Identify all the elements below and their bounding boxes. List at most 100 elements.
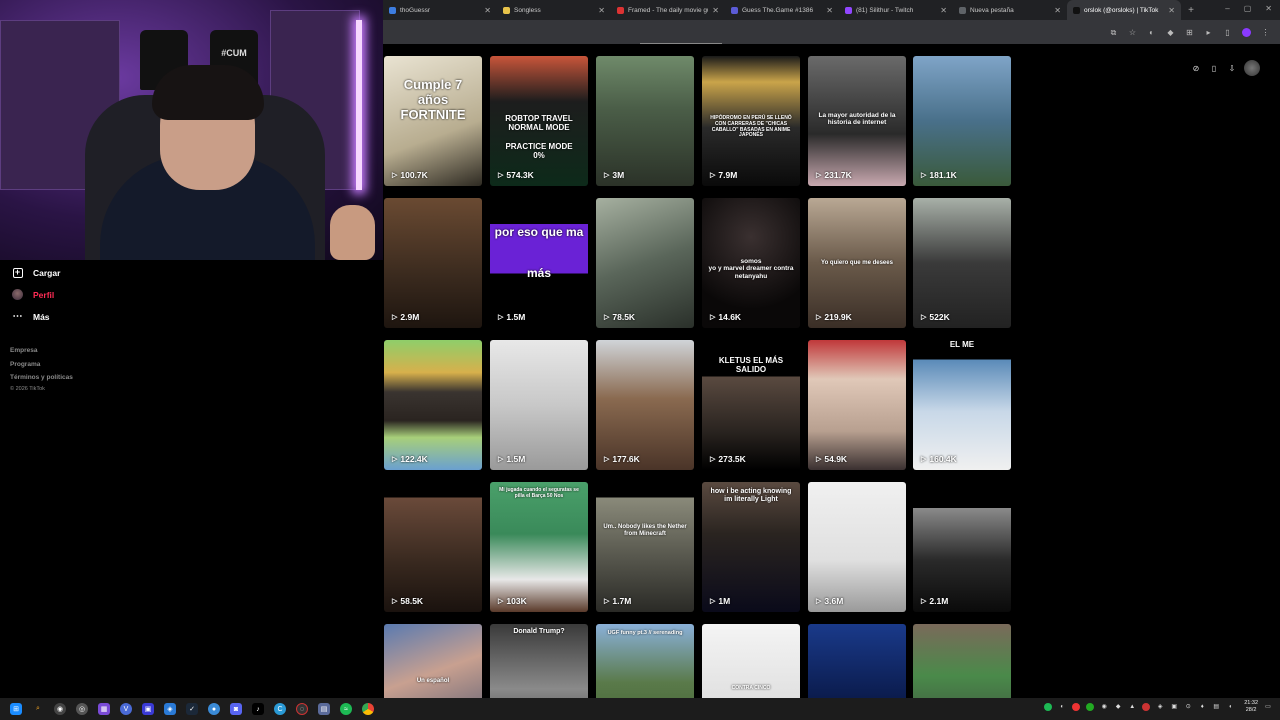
tray-icon[interactable]: ◉ [1100, 703, 1108, 711]
windows-start-icon[interactable]: ⊞ [10, 703, 22, 715]
browser-tab[interactable]: (81) Silithur - Twitch ✕ [839, 0, 953, 20]
footer-link-program[interactable]: Programa [10, 358, 73, 372]
app-icon[interactable]: ◎ [76, 703, 88, 715]
sidebar-item-profile[interactable]: Perfil [12, 289, 54, 300]
browser-tab[interactable]: Guess The.Game #1386 ✕ [725, 0, 839, 20]
system-clock[interactable]: 21:32 28/2 [1244, 700, 1258, 714]
search-icon[interactable]: ⌕ [32, 703, 44, 715]
tray-icon[interactable] [1044, 703, 1053, 711]
app-icon[interactable]: ◈ [164, 703, 176, 715]
video-thumbnail[interactable]: ▷ 3M [596, 56, 694, 186]
video-thumbnail[interactable]: ▷ 177.6K [596, 340, 694, 470]
video-thumbnail[interactable]: ▷ 58.5K [384, 482, 482, 612]
app-icon[interactable]: C [274, 703, 286, 715]
close-tab-icon[interactable]: ✕ [826, 6, 833, 15]
steam-icon[interactable]: ✓ [186, 703, 198, 715]
close-window-button[interactable]: ✕ [1265, 4, 1272, 13]
tray-icon[interactable] [1142, 703, 1151, 711]
extensions-puzzle-icon[interactable]: ⊞ [1185, 28, 1194, 37]
video-thumbnail[interactable] [913, 624, 1011, 698]
extension-icon[interactable]: ◆ [1166, 28, 1175, 37]
browser-tab[interactable]: Nueva pestaña ✕ [953, 0, 1067, 20]
video-thumbnail[interactable]: Mi jugada cuando el seguratas se pilla e… [490, 482, 588, 612]
install-app-icon[interactable]: ⧉ [1109, 28, 1118, 37]
tray-icon[interactable]: ◐ [1058, 703, 1066, 711]
new-tab-button[interactable]: + [1181, 5, 1201, 16]
video-thumbnail[interactable]: ROBTOP TRAVEL NORMAL MODE PRACTICE MODE … [490, 56, 588, 186]
tray-icon[interactable] [1072, 703, 1081, 711]
video-thumbnail[interactable]: Um.. Nobody likes the Nether from Minecr… [596, 482, 694, 612]
video-thumbnail[interactable]: ▷ 78.5K [596, 198, 694, 328]
app-icon[interactable]: ● [208, 703, 220, 715]
pin-icon[interactable]: ▸ [1204, 28, 1213, 37]
footer-link-company[interactable]: Empresa [10, 344, 73, 358]
tray-icon[interactable]: ◈ [1156, 703, 1164, 711]
device-icon[interactable]: ▯ [1208, 62, 1220, 74]
obs-icon[interactable]: ◌ [296, 703, 308, 715]
download-icon[interactable]: ⇩ [1226, 62, 1238, 74]
app-grid-icon[interactable]: ▦ [98, 703, 110, 715]
video-thumbnail[interactable]: KLETUS EL MÁS SALIDO ▷ 273.5K [702, 340, 800, 470]
compass-icon[interactable]: ⊘ [1190, 62, 1202, 74]
sidebar-item-upload[interactable]: + Cargar [12, 267, 60, 278]
close-tab-icon[interactable]: ✕ [598, 6, 605, 15]
video-thumbnail[interactable]: La mayor autoridad de la historia de int… [808, 56, 906, 186]
profile-icon[interactable] [1242, 27, 1251, 37]
video-thumbnail[interactable]: CONTRA CINCO [702, 624, 800, 698]
bookmark-star-icon[interactable]: ☆ [1128, 28, 1137, 37]
sidebar-item-more[interactable]: ⋯ Más [12, 311, 50, 322]
video-thumbnail[interactable]: Yo quiero que me desees ▷ 219.9K [808, 198, 906, 328]
video-thumbnail[interactable]: UGF funny pt.3 // serenading [596, 624, 694, 698]
app-icon[interactable]: ◉ [54, 703, 66, 715]
chrome-icon[interactable] [362, 703, 374, 715]
video-thumbnail[interactable]: Un español [384, 624, 482, 698]
tiktok-icon[interactable]: ♪ [252, 703, 264, 715]
sidepanel-icon[interactable]: ▯ [1223, 28, 1232, 37]
app-icon[interactable]: ▣ [142, 703, 154, 715]
video-thumbnail[interactable]: ▷ 522K [913, 198, 1011, 328]
close-tab-icon[interactable]: ✕ [1054, 6, 1061, 15]
tray-icon[interactable]: ⊙ [1184, 703, 1192, 711]
browser-tab-active[interactable]: orslok (@orsloks) | TikTok ✕ [1067, 0, 1181, 20]
video-thumbnail[interactable]: Donald Trump? [490, 624, 588, 698]
volume-icon[interactable]: ◖ [1226, 703, 1234, 711]
video-thumbnail[interactable]: somos yo y marvel dreamer contra netanya… [702, 198, 800, 328]
extension-icon[interactable]: ◐ [1147, 28, 1156, 37]
video-thumbnail[interactable]: ▷ 122.4K [384, 340, 482, 470]
video-thumbnail[interactable]: EL ME ▷ 160.4K [913, 340, 1011, 470]
tray-icon[interactable] [1086, 703, 1095, 711]
discord-icon[interactable]: ◙ [230, 703, 242, 715]
maximize-button[interactable]: ▢ [1244, 4, 1252, 13]
footer-link-terms[interactable]: Términos y políticas [10, 371, 73, 385]
tray-icon[interactable]: ▲ [1128, 703, 1136, 711]
video-thumbnail[interactable]: how i be acting knowing im literally Lig… [702, 482, 800, 612]
notifications-icon[interactable]: ▭ [1264, 703, 1272, 711]
browser-tab[interactable]: Songless ✕ [497, 0, 611, 20]
close-tab-icon[interactable]: ✕ [484, 6, 491, 15]
browser-tab[interactable]: thoGuessr ✕ [383, 0, 497, 20]
close-tab-icon[interactable]: ✕ [1168, 6, 1175, 15]
tray-icon[interactable]: ▣ [1170, 703, 1178, 711]
video-thumbnail[interactable]: HIPÓDROMO EN PERÚ SE LLENÓ CON CARRERAS … [702, 56, 800, 186]
video-thumbnail[interactable]: ▷ 3.6M [808, 482, 906, 612]
video-thumbnail[interactable]: ▷ 54.9K [808, 340, 906, 470]
user-avatar[interactable] [1244, 60, 1260, 76]
video-thumbnail[interactable]: ▷ 1.5M [490, 340, 588, 470]
video-thumbnail[interactable]: por eso que ma más ▷ 1.5M [490, 198, 588, 328]
close-tab-icon[interactable]: ✕ [712, 6, 719, 15]
close-tab-icon[interactable]: ✕ [940, 6, 947, 15]
app-icon[interactable]: ▤ [318, 703, 330, 715]
vpn-icon[interactable]: V [120, 703, 132, 715]
video-thumbnail[interactable]: ▷ 2.9M [384, 198, 482, 328]
browser-menu-icon[interactable]: ⋮ [1261, 28, 1270, 37]
browser-tab[interactable]: Framed - The daily movie gu ✕ [611, 0, 725, 20]
network-icon[interactable]: ▤ [1212, 703, 1220, 711]
spotify-icon[interactable]: ≈ [340, 703, 352, 715]
video-thumbnail[interactable]: ▷ 2.1M [913, 482, 1011, 612]
video-thumbnail[interactable]: Cumple 7 años FORTNITE ▷ 100.7K [384, 56, 482, 186]
video-thumbnail[interactable] [808, 624, 906, 698]
microphone-icon[interactable]: ♦ [1198, 703, 1206, 711]
tray-icon[interactable]: ◆ [1114, 703, 1122, 711]
minimize-button[interactable]: – [1225, 4, 1229, 13]
video-thumbnail[interactable]: ▷ 181.1K [913, 56, 1011, 186]
